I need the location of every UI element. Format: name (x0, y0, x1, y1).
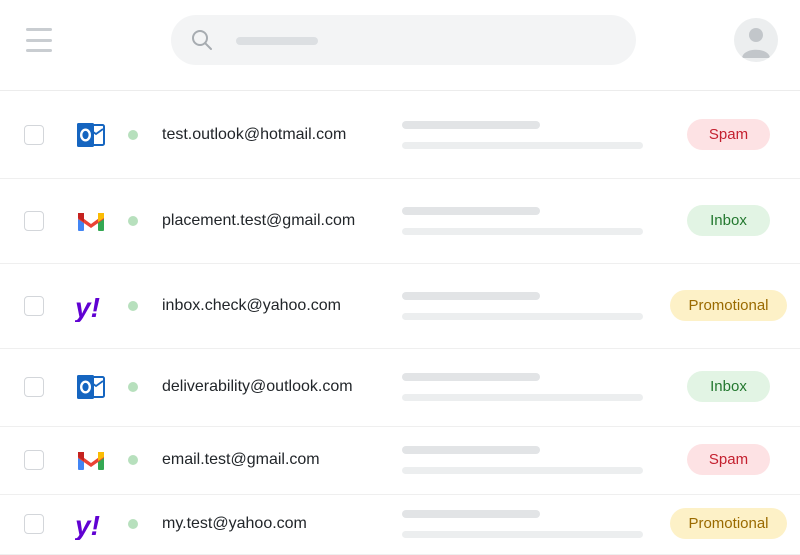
row-checkbox[interactable] (24, 377, 44, 397)
row-checkbox[interactable] (24, 450, 44, 470)
email-address: email.test@gmail.com (162, 451, 320, 468)
subject-placeholder (402, 373, 540, 381)
email-row[interactable]: inbox.check@yahoo.com Promotional (0, 263, 800, 349)
status-dot (128, 300, 138, 311)
yahoo-icon (75, 508, 107, 540)
status-badge: Promotional (670, 508, 787, 539)
status-dot (128, 382, 138, 392)
subject-placeholder (402, 291, 540, 300)
email-row[interactable]: test.outlook@hotmail.com Spam (0, 91, 800, 179)
row-checkbox[interactable] (24, 514, 44, 534)
preview-placeholder (402, 531, 643, 538)
outlook-icon (75, 371, 107, 403)
email-address: placement.test@gmail.com (162, 211, 356, 229)
gmail-icon (75, 205, 107, 237)
preview-placeholder (402, 227, 643, 235)
subject-placeholder (402, 510, 540, 518)
search-placeholder-bar (236, 37, 318, 45)
email-row[interactable]: placement.test@gmail.com Inbox (0, 178, 800, 264)
email-row[interactable]: deliverability@outlook.com Inbox (0, 348, 800, 427)
preview-placeholder (402, 141, 643, 149)
search-bar[interactable] (171, 15, 636, 65)
subject-placeholder (402, 206, 540, 215)
status-badge: Spam (687, 444, 770, 475)
status-badge: Inbox (687, 371, 770, 402)
row-checkbox[interactable] (24, 295, 44, 316)
yahoo-icon (75, 290, 107, 322)
user-avatar-icon[interactable] (734, 18, 778, 62)
email-address: my.test@yahoo.com (162, 515, 307, 532)
search-icon (192, 30, 212, 50)
row-checkbox[interactable] (24, 124, 44, 145)
status-dot (128, 129, 138, 140)
email-address: test.outlook@hotmail.com (162, 125, 347, 143)
status-badge: Promotional (670, 289, 787, 321)
status-dot (128, 215, 138, 226)
preview-placeholder (402, 394, 643, 401)
subject-placeholder (402, 446, 540, 454)
preview-placeholder (402, 312, 643, 320)
status-badge: Spam (687, 118, 770, 150)
status-badge: Inbox (687, 204, 770, 236)
row-checkbox[interactable] (24, 210, 44, 231)
preview-placeholder (402, 467, 643, 474)
outlook-icon (75, 119, 107, 151)
email-address: deliverability@outlook.com (162, 378, 353, 395)
status-dot (128, 455, 138, 465)
hamburger-menu-icon[interactable] (26, 28, 52, 52)
email-address: inbox.check@yahoo.com (162, 296, 341, 314)
status-dot (128, 519, 138, 529)
top-bar (0, 0, 800, 91)
email-row[interactable]: my.test@yahoo.com Promotional (0, 494, 800, 555)
subject-placeholder (402, 120, 540, 129)
email-row[interactable]: email.test@gmail.com Spam (0, 426, 800, 495)
gmail-icon (75, 444, 107, 476)
